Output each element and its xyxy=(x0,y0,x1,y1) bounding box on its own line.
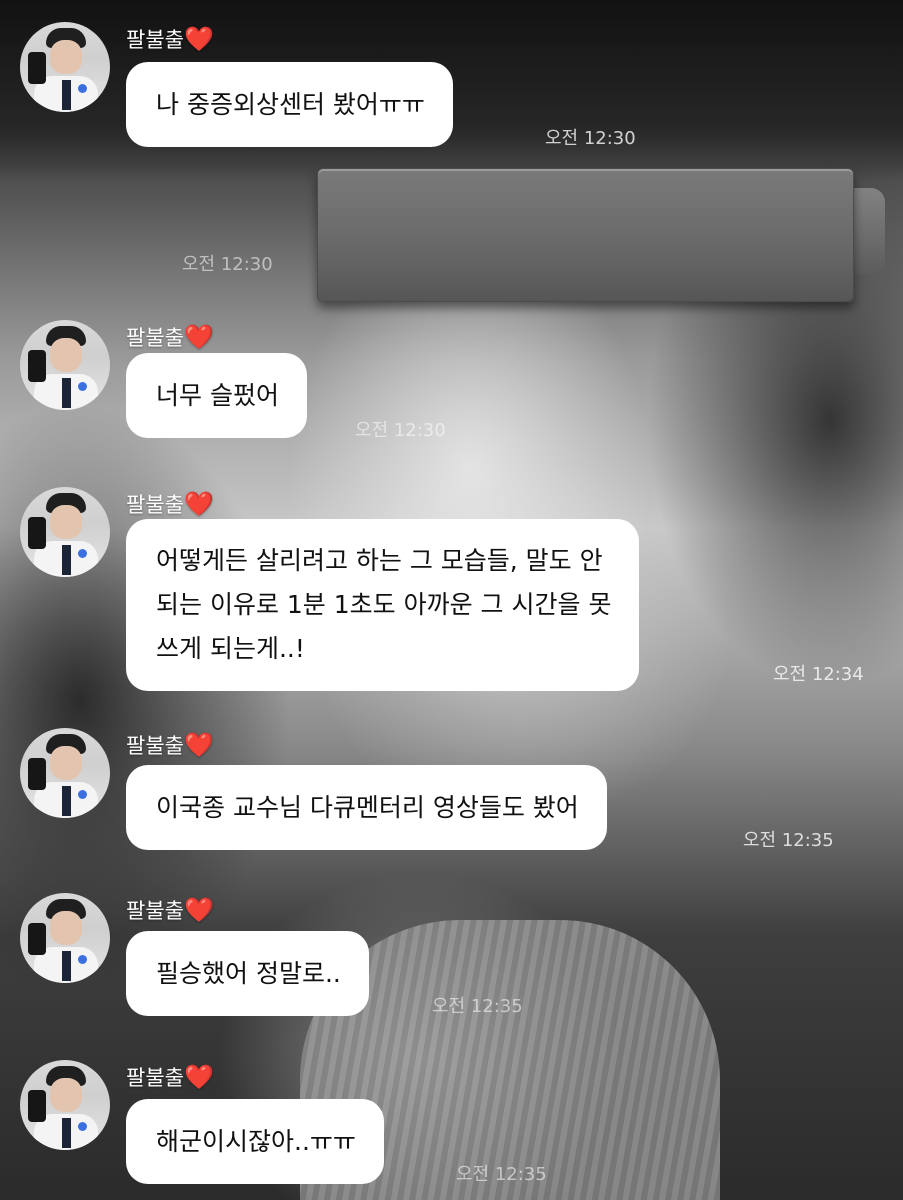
avatar-tie xyxy=(62,80,71,110)
avatar-face xyxy=(50,911,82,945)
avatar-brooch xyxy=(78,549,87,558)
avatar[interactable] xyxy=(20,893,110,983)
heart-icon: ❤️ xyxy=(183,896,214,924)
heart-icon: ❤️ xyxy=(183,731,214,759)
timestamp: 오전 12:35 xyxy=(456,1164,547,1185)
timestamp: 오전 12:35 xyxy=(432,996,523,1017)
heart-icon: ❤️ xyxy=(183,490,214,518)
sender-name-text: 팔불출 xyxy=(126,899,184,923)
avatar[interactable] xyxy=(20,22,110,112)
heart-icon: ❤️ xyxy=(183,25,214,53)
censor-bar-tab xyxy=(850,188,885,274)
avatar-face xyxy=(50,338,82,372)
message-text: 너무 슬펐어 xyxy=(156,381,279,410)
avatar-phone xyxy=(28,1090,46,1122)
avatar-tie xyxy=(62,545,71,575)
sender-name[interactable]: 팔불출❤️ xyxy=(126,730,214,760)
sender-name-text: 팔불출 xyxy=(126,28,184,52)
message-text-line: 어떻게든 살리려고 하는 그 모습들, 말도 안 xyxy=(156,546,603,575)
sender-name[interactable]: 팔불출❤️ xyxy=(126,322,214,352)
sender-name[interactable]: 팔불출❤️ xyxy=(126,489,214,519)
message-text: 이국종 교수님 다큐멘터리 영상들도 봤어 xyxy=(156,793,579,822)
avatar-phone xyxy=(28,52,46,84)
censor-bar xyxy=(317,168,854,302)
avatar-phone xyxy=(28,923,46,955)
message-text-line: 되는 이유로 1분 1초도 아까운 그 시간을 못 xyxy=(156,590,612,619)
timestamp: 오전 12:30 xyxy=(182,254,273,275)
avatar[interactable] xyxy=(20,728,110,818)
avatar-brooch xyxy=(78,1122,87,1131)
sender-name[interactable]: 팔불출❤️ xyxy=(126,24,214,54)
message-text: 나 중증외상센터 봤어ㅠㅠ xyxy=(156,90,425,119)
avatar-brooch xyxy=(78,955,87,964)
avatar-face xyxy=(50,746,82,780)
message-bubble[interactable]: 너무 슬펐어 xyxy=(126,353,307,438)
avatar[interactable] xyxy=(20,487,110,577)
avatar-face xyxy=(50,1078,82,1112)
avatar-phone xyxy=(28,517,46,549)
sender-name[interactable]: 팔불출❤️ xyxy=(126,895,214,925)
avatar-tie xyxy=(62,786,71,816)
sender-name-text: 팔불출 xyxy=(126,734,184,758)
timestamp: 오전 12:30 xyxy=(545,128,636,149)
avatar[interactable] xyxy=(20,1060,110,1150)
timestamp: 오전 12:34 xyxy=(773,664,864,685)
avatar-brooch xyxy=(78,790,87,799)
message-text: 해군이시잖아..ㅠㅠ xyxy=(156,1127,356,1156)
message-bubble[interactable]: 해군이시잖아..ㅠㅠ xyxy=(126,1099,384,1184)
avatar-tie xyxy=(62,951,71,981)
avatar-brooch xyxy=(78,382,87,391)
avatar[interactable] xyxy=(20,320,110,410)
avatar-brooch xyxy=(78,84,87,93)
message-bubble[interactable]: 어떻게든 살리려고 하는 그 모습들, 말도 안 되는 이유로 1분 1초도 아… xyxy=(126,519,640,691)
sender-name-text: 팔불출 xyxy=(126,326,184,350)
timestamp: 오전 12:35 xyxy=(743,830,834,851)
avatar-phone xyxy=(28,758,46,790)
avatar-phone xyxy=(28,350,46,382)
timestamp: 오전 12:30 xyxy=(355,420,446,441)
heart-icon: ❤️ xyxy=(183,1063,214,1091)
sender-name[interactable]: 팔불출❤️ xyxy=(126,1062,214,1092)
heart-icon: ❤️ xyxy=(183,323,214,351)
message-bubble[interactable]: 필승했어 정말로.. xyxy=(126,931,369,1016)
message-bubble[interactable]: 나 중증외상센터 봤어ㅠㅠ xyxy=(126,62,453,147)
sender-name-text: 팔불출 xyxy=(126,1066,184,1090)
message-text: 필승했어 정말로.. xyxy=(156,959,341,988)
sender-name-text: 팔불출 xyxy=(126,493,184,517)
avatar-tie xyxy=(62,378,71,408)
message-bubble[interactable]: 이국종 교수님 다큐멘터리 영상들도 봤어 xyxy=(126,765,607,850)
avatar-face xyxy=(50,505,82,539)
avatar-face xyxy=(50,40,82,74)
avatar-tie xyxy=(62,1118,71,1148)
message-text-line: 쓰게 되는게..! xyxy=(156,634,305,663)
